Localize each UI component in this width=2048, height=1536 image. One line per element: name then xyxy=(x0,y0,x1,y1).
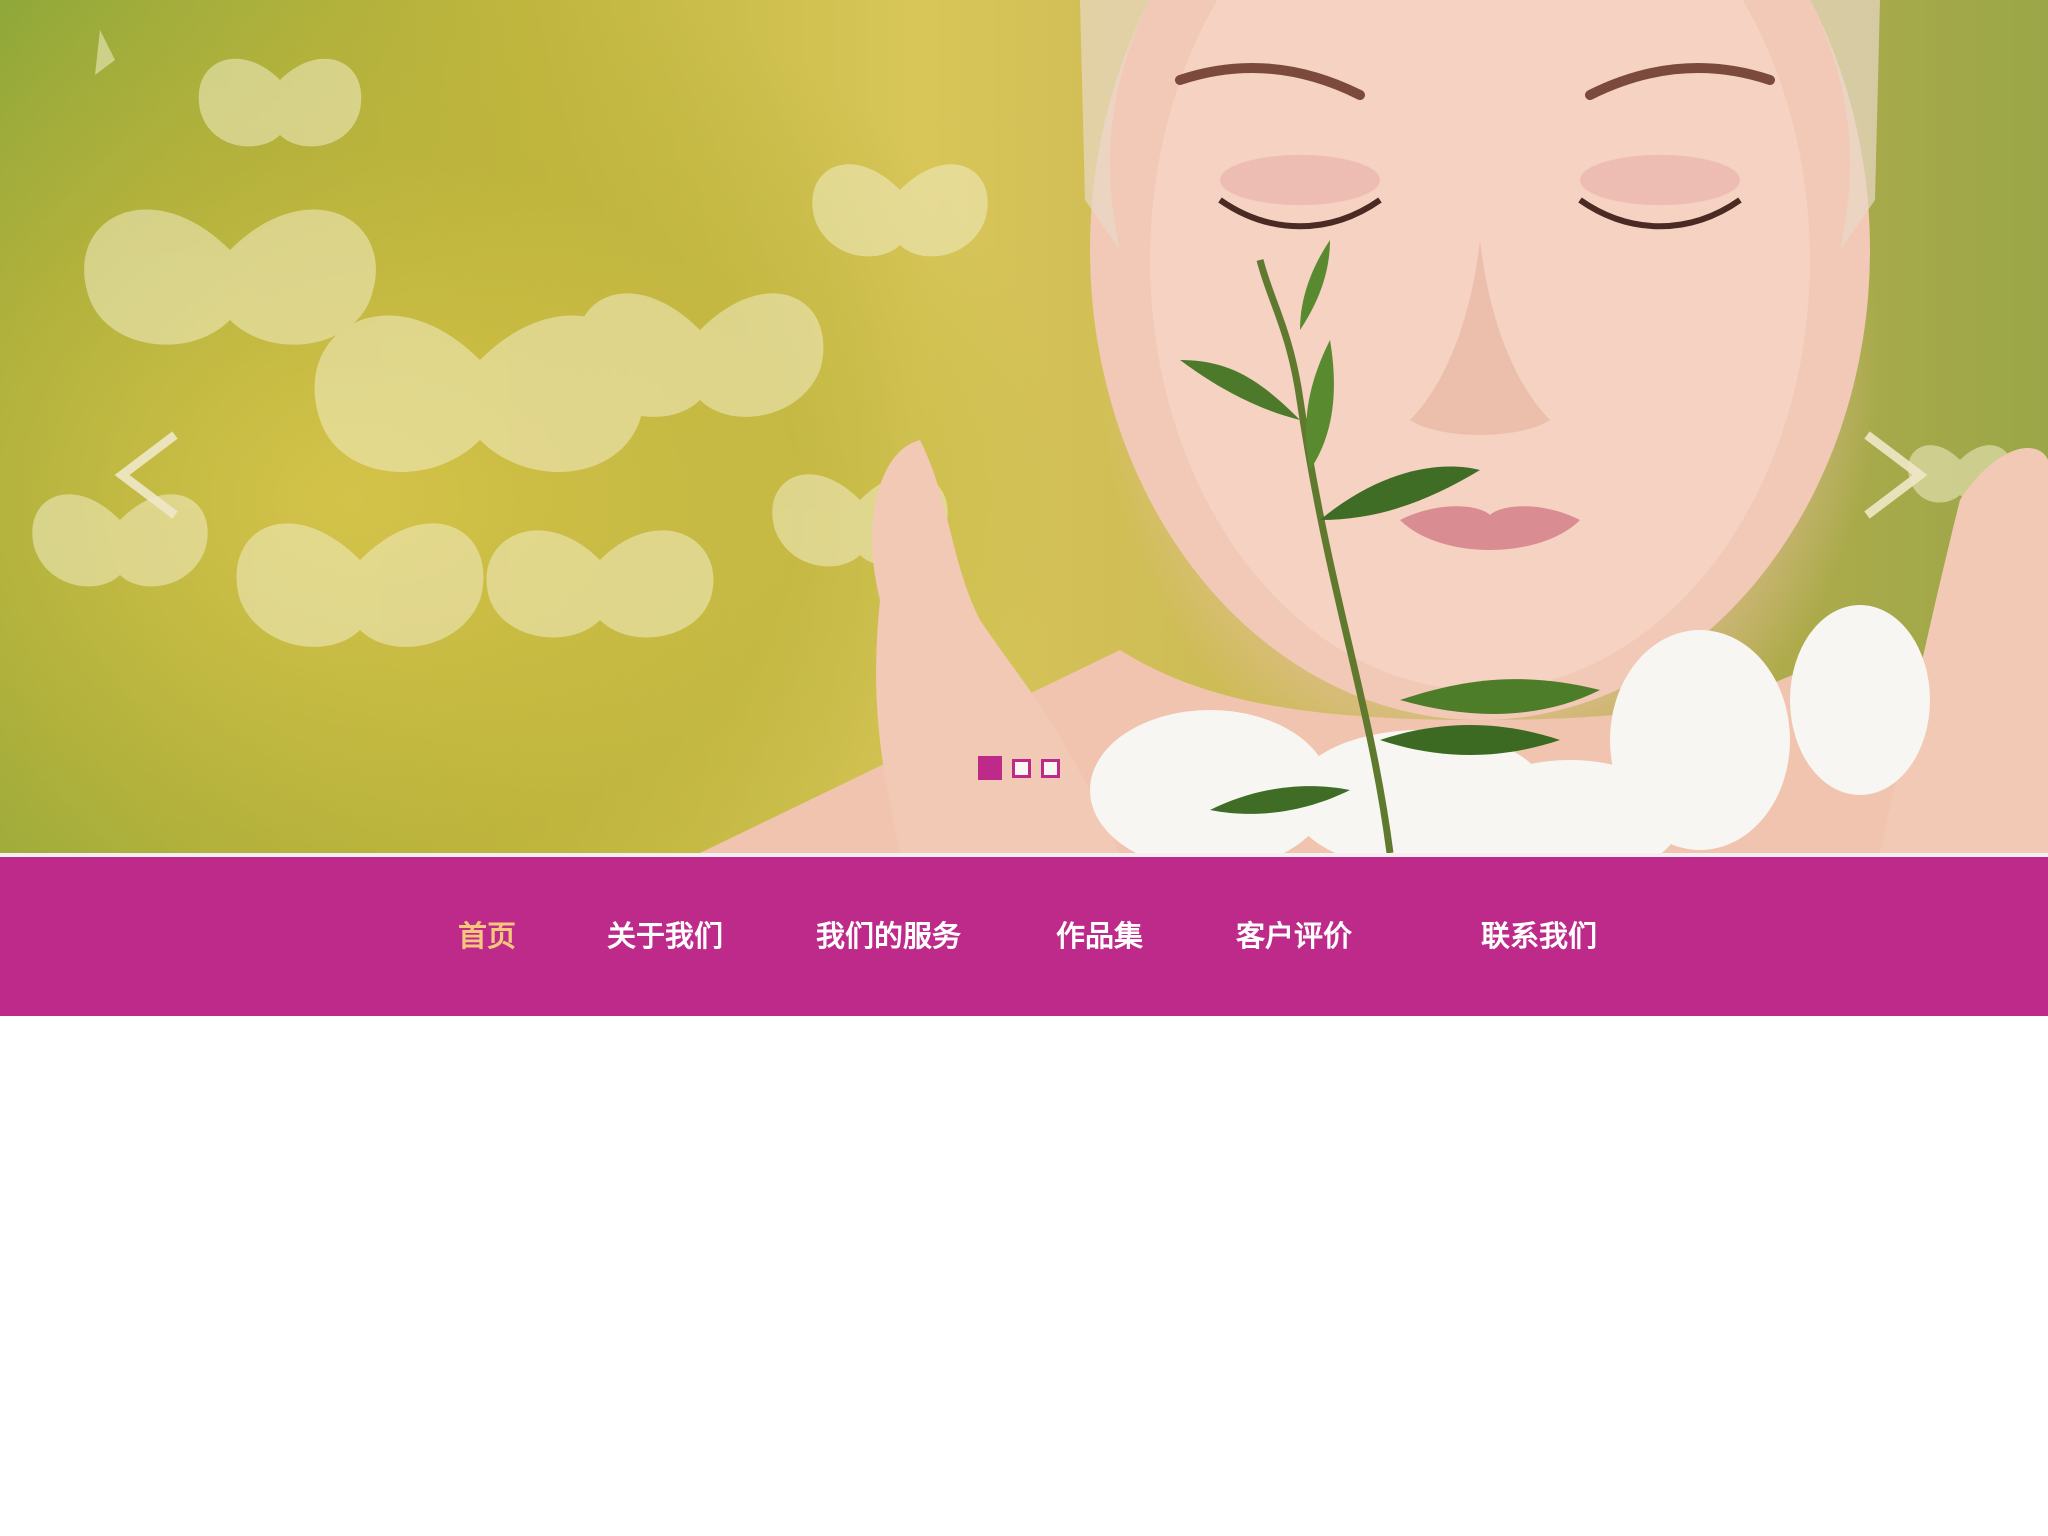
nav-item-about[interactable]: 关于我们 xyxy=(607,857,723,1016)
main-nav: 首页 关于我们 我们的服务 作品集 客户评价 联系我们 xyxy=(0,857,2048,1016)
slider-dot-1[interactable] xyxy=(978,756,1002,780)
nav-item-portfolio[interactable]: 作品集 xyxy=(1056,857,1143,1016)
slider-dot-2[interactable] xyxy=(1012,759,1031,778)
hero-image xyxy=(32,0,2048,853)
nav-item-testimonials[interactable]: 客户评价 xyxy=(1236,857,1352,1016)
slider-prev-arrow[interactable] xyxy=(110,420,190,530)
slider-pagination xyxy=(978,756,1060,780)
hero-slider xyxy=(0,0,2048,853)
chevron-left-icon xyxy=(114,431,178,519)
nav-item-home[interactable]: 首页 xyxy=(458,857,516,1016)
chevron-right-icon xyxy=(1864,431,1928,519)
page: 首页 关于我们 我们的服务 作品集 客户评价 联系我们 xyxy=(0,0,2048,1536)
nav-item-services[interactable]: 我们的服务 xyxy=(816,857,961,1016)
slider-next-arrow[interactable] xyxy=(1852,420,1932,530)
slider-dot-3[interactable] xyxy=(1041,759,1060,778)
nav-item-contact[interactable]: 联系我们 xyxy=(1481,857,1597,1016)
